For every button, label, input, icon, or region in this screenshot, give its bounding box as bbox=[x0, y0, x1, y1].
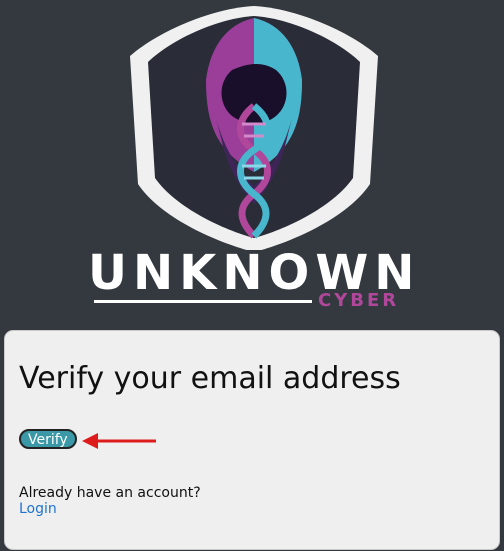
red-arrow-icon bbox=[82, 433, 156, 449]
login-link[interactable]: Login bbox=[19, 501, 57, 517]
verify-email-card: Verify your email address Verify Already… bbox=[4, 330, 500, 550]
account-prompt: Already have an account? bbox=[19, 485, 201, 501]
page-title: Verify your email address bbox=[19, 361, 401, 396]
verify-button[interactable]: Verify bbox=[19, 429, 77, 449]
hooded-dna-shield-logo-icon bbox=[130, 6, 378, 250]
logo-divider-line bbox=[94, 300, 312, 303]
logo-area: UNKNOWN CYBER bbox=[0, 0, 504, 330]
logo-tagline: CYBER bbox=[318, 290, 400, 311]
